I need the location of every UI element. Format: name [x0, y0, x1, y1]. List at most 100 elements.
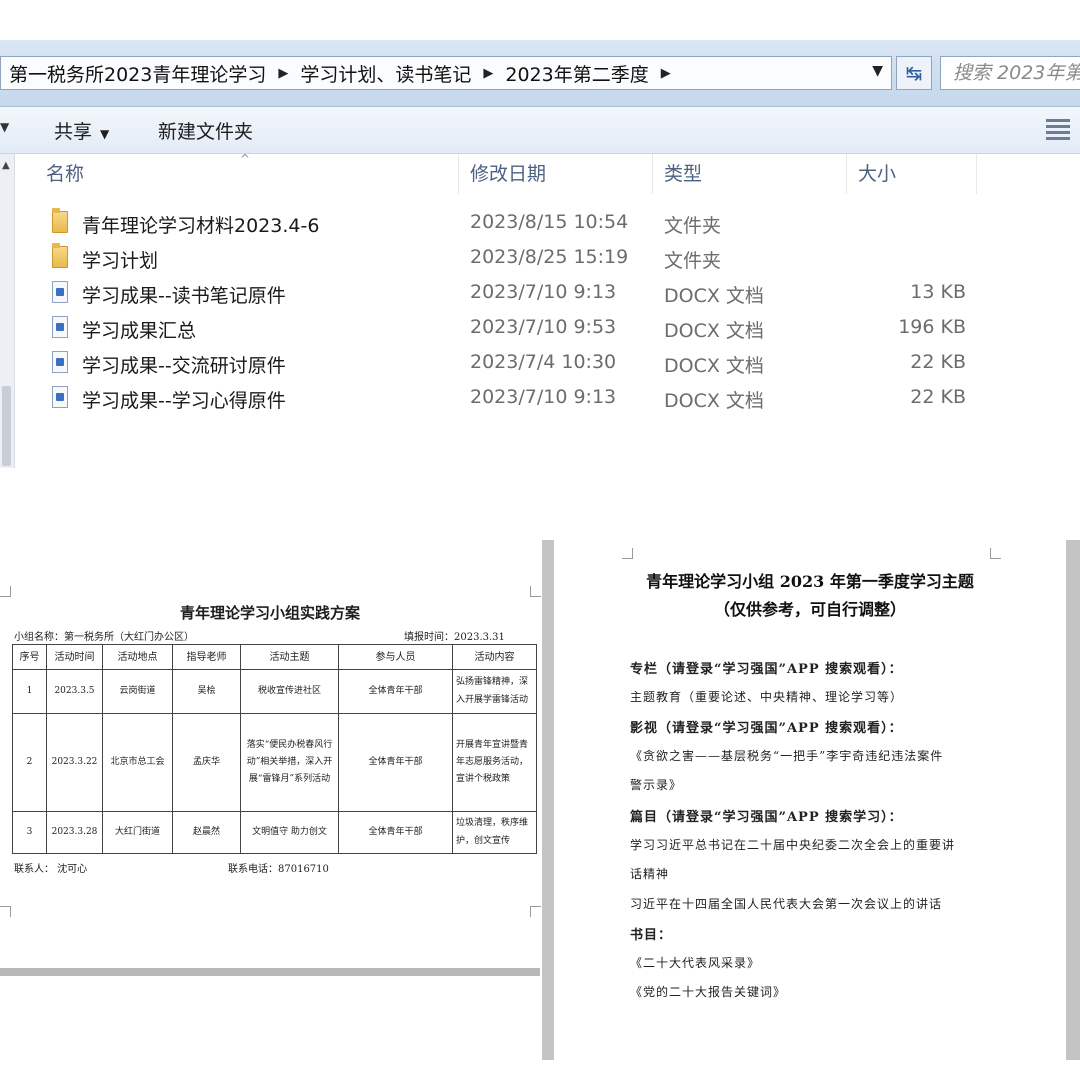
- group-name: 小组名称：第一税务所（大红门办公区）: [14, 632, 194, 643]
- file-name: 学习成果--读书笔记原件: [82, 285, 286, 307]
- column-header-size[interactable]: 大小: [858, 154, 896, 194]
- page-corner-mark: [622, 548, 633, 559]
- file-row[interactable]: 学习计划 2023/8/25 15:19 文件夹: [0, 241, 1080, 276]
- breadcrumb[interactable]: 第一税务所2023青年理论学习 ▶ 学习计划、读书笔记 ▶ 2023年第二季度 …: [0, 56, 892, 90]
- file-date: 2023/8/25 15:19: [470, 246, 629, 268]
- table-row: 2 2023.3.22 北京市总工会 孟庆华 落实“便民办税春风行动”相关举措，…: [12, 713, 537, 812]
- view-options-icon[interactable]: [1046, 119, 1070, 141]
- breadcrumb-item[interactable]: 学习计划、读书笔记: [300, 60, 471, 87]
- docx-icon: [52, 281, 68, 303]
- body-line: 学习习近平总书记在二十届中央纪委二次全会上的重要讲: [630, 838, 956, 852]
- table-cell: 落实“便民办税春风行动”相关举措，深入开展“雷锋月”系列活动: [240, 713, 339, 812]
- table-cell: 吴桧: [172, 669, 241, 714]
- chevron-right-icon[interactable]: ▶: [483, 66, 493, 81]
- table-cell: 全体青年干部: [338, 713, 453, 812]
- file-name: 学习计划: [82, 250, 159, 272]
- table-cell: 税收宣传进社区: [240, 669, 339, 714]
- file-type: 文件夹: [664, 215, 722, 237]
- section-heading: 篇目（请登录“学习强国”APP 搜索学习）：: [630, 810, 903, 825]
- table-header-cell: 活动地点: [102, 644, 173, 670]
- section-heading: 书目：: [630, 928, 673, 943]
- body-line: 主题教育（重要论述、中央精神、理论学习等）: [630, 690, 904, 704]
- file-type: DOCX 文档: [664, 285, 764, 307]
- address-bar: 第一税务所2023青年理论学习 ▶ 学习计划、读书笔记 ▶ 2023年第二季度 …: [0, 40, 1080, 107]
- sort-ascending-icon: ^: [240, 152, 251, 166]
- chevron-down-icon[interactable]: ▼: [872, 63, 883, 79]
- chevron-right-icon[interactable]: ▶: [278, 66, 288, 81]
- column-header-name[interactable]: 名称: [46, 154, 84, 194]
- table-cell: 孟庆华: [172, 713, 241, 812]
- file-row[interactable]: 学习成果--交流研讨原件 2023/7/4 10:30 DOCX 文档 22 K…: [0, 346, 1080, 381]
- column-divider[interactable]: [846, 154, 847, 194]
- search-input[interactable]: 搜索 2023年第: [940, 56, 1080, 90]
- table-cell: 垃圾清理，秩序维护，创文宣传: [452, 811, 537, 854]
- topics-document-page: 青年理论学习小组 2023 年第一季度学习主题 （仅供参考，可自行调整） 专栏（…: [554, 540, 1066, 1060]
- plan-document-page: 青年理论学习小组实践方案 小组名称：第一税务所（大红门办公区） 填报时间：202…: [0, 560, 542, 968]
- column-divider[interactable]: [458, 154, 459, 194]
- table-cell: 赵晨然: [172, 811, 241, 854]
- table-cell: 3: [12, 811, 47, 854]
- document-title: 青年理论学习小组 2023 年第一季度学习主题: [646, 572, 974, 591]
- file-list: ▲ 名称 ^ 修改日期 类型 大小 青年理论学习材料2023.4-6 2023/…: [0, 152, 1080, 468]
- file-date: 2023/7/10 9:13: [470, 386, 617, 408]
- page-corner-mark: [0, 906, 11, 917]
- table-cell: 2: [12, 713, 47, 812]
- new-folder-button[interactable]: 新建文件夹: [158, 117, 253, 144]
- table-cell: 全体青年干部: [338, 669, 453, 714]
- file-row[interactable]: 学习成果--读书笔记原件 2023/7/10 9:13 DOCX 文档 13 K…: [0, 276, 1080, 311]
- page-gutter: [542, 540, 554, 1060]
- refresh-icon[interactable]: ↹: [896, 56, 932, 90]
- table-cell: 全体青年干部: [338, 811, 453, 854]
- section-heading: 专栏（请登录“学习强国”APP 搜索观看）：: [630, 662, 903, 677]
- file-name: 学习成果--学习心得原件: [82, 390, 286, 412]
- file-row[interactable]: 学习成果--学习心得原件 2023/7/10 9:13 DOCX 文档 22 K…: [0, 381, 1080, 416]
- table-cell: 弘扬雷锋精神，深入开展学雷锋活动: [452, 669, 537, 714]
- table-cell: 文明值守 助力创文: [240, 811, 339, 854]
- table-cell: 2023.3.28: [46, 811, 103, 854]
- body-line: 《党的二十大报告关键词》: [630, 985, 787, 999]
- table-header-cell: 活动时间: [46, 644, 103, 670]
- file-explorer-window: 第一税务所2023青年理论学习 ▶ 学习计划、读书笔记 ▶ 2023年第二季度 …: [0, 40, 1080, 468]
- file-date: 2023/7/10 9:13: [470, 281, 617, 303]
- page-corner-mark: [530, 906, 541, 917]
- table-header-cell: 活动内容: [452, 644, 537, 670]
- share-button[interactable]: 共享 ▼: [54, 117, 109, 144]
- docx-icon: [52, 351, 68, 373]
- share-label: 共享: [54, 121, 93, 143]
- table-header-cell: 活动主题: [240, 644, 339, 670]
- body-line: 习近平在十四届全国人民代表大会第一次会议上的讲话: [630, 897, 943, 911]
- table-header-cell: 序号: [12, 644, 47, 670]
- file-type: DOCX 文档: [664, 355, 764, 377]
- table-cell: 2023.3.5: [46, 669, 103, 714]
- file-date: 2023/7/4 10:30: [470, 351, 617, 373]
- file-name: 学习成果--交流研讨原件: [82, 355, 286, 377]
- column-divider[interactable]: [652, 154, 653, 194]
- table-cell: 大红门街道: [102, 811, 173, 854]
- file-row[interactable]: 学习成果汇总 2023/7/10 9:53 DOCX 文档 196 KB: [0, 311, 1080, 346]
- body-line: 《二十大代表风采录》: [630, 956, 761, 970]
- column-divider[interactable]: [976, 154, 977, 194]
- document-subtitle: （仅供参考，可自行调整）: [713, 600, 906, 619]
- contact-person: 联系人： 沈可心: [14, 864, 88, 875]
- column-header-date[interactable]: 修改日期: [470, 154, 546, 194]
- file-row[interactable]: 青年理论学习材料2023.4-6 2023/8/15 10:54 文件夹: [0, 206, 1080, 241]
- breadcrumb-item[interactable]: 第一税务所2023青年理论学习: [9, 60, 266, 87]
- file-type: DOCX 文档: [664, 320, 764, 342]
- table-cell: 云岗街道: [102, 669, 173, 714]
- docx-icon: [52, 316, 68, 338]
- column-header-type[interactable]: 类型: [664, 154, 702, 194]
- command-toolbar: ▼ 共享 ▼ 新建文件夹: [0, 107, 1080, 154]
- file-size: 196 KB: [898, 316, 966, 338]
- file-date: 2023/7/10 9:53: [470, 316, 617, 338]
- activity-table: 序号 活动时间 活动地点 指导老师 活动主题 参与人员 活动内容 1 2023.…: [12, 644, 537, 854]
- scroll-up-icon[interactable]: ▲: [2, 160, 10, 171]
- chevron-down-icon[interactable]: ▼: [0, 120, 9, 134]
- breadcrumb-item[interactable]: 2023年第二季度: [505, 60, 648, 87]
- body-line: 话精神: [630, 867, 670, 881]
- table-header-cell: 参与人员: [338, 644, 453, 670]
- table-row: 1 2023.3.5 云岗街道 吴桧 税收宣传进社区 全体青年干部 弘扬雷锋精神…: [12, 669, 537, 714]
- file-name: 青年理论学习材料2023.4-6: [82, 215, 320, 237]
- table-cell: 开展青年宣讲暨青年志愿服务活动，宣讲个税政策: [452, 713, 537, 812]
- file-type: DOCX 文档: [664, 390, 764, 412]
- chevron-right-icon[interactable]: ▶: [661, 66, 671, 81]
